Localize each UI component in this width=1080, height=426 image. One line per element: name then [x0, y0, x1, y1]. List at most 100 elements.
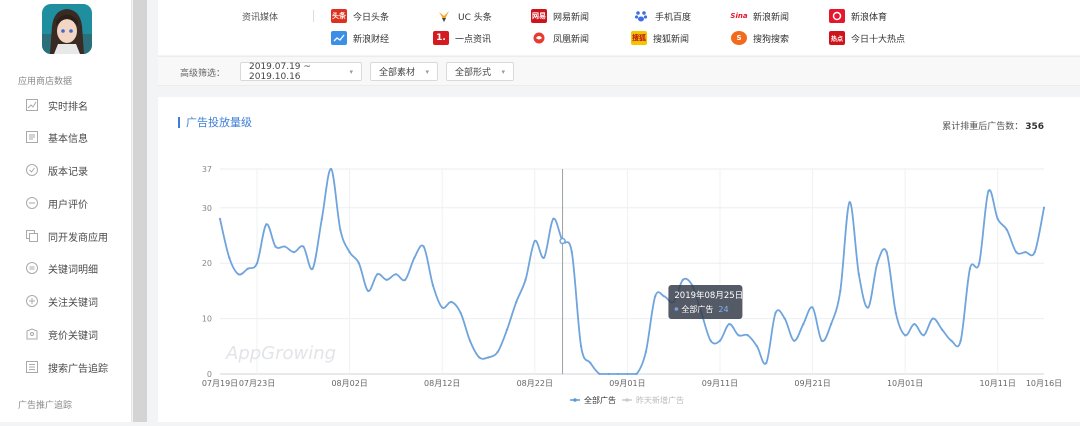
data-point: [1024, 251, 1027, 254]
sidebar-item-realtime-rank[interactable]: 实时排名: [26, 94, 88, 116]
sidebar-item-label: 同开发商应用: [48, 232, 108, 244]
data-point: [681, 278, 685, 281]
sidebar-scrollbar[interactable]: [133, 0, 147, 422]
sidebar-item-followed-keywords[interactable]: 关注关键词: [26, 290, 98, 312]
sidebar-item-bidding-keywords[interactable]: 竞价关键词: [26, 323, 98, 345]
data-point: [987, 190, 990, 193]
material-select[interactable]: 全部素材 ▾: [370, 62, 438, 81]
sidebar-item-label: 基本信息: [48, 133, 88, 145]
data-point: [348, 251, 351, 254]
section-title-store-data: 应用商店数据: [18, 77, 73, 87]
media-item-label: 一点资讯: [455, 34, 492, 45]
media-item-label: 搜狐新闻: [653, 34, 690, 45]
media-item-sohu[interactable]: 搜狐 搜狐新闻: [631, 30, 689, 46]
sogou-logo-icon: S: [731, 31, 747, 45]
data-point: [737, 334, 740, 337]
app-avatar[interactable]: [42, 4, 92, 54]
media-item-label: 今日头条: [353, 12, 390, 23]
data-point: [431, 284, 435, 287]
y-tick-label: 0: [207, 370, 212, 379]
date-range-select[interactable]: 2019.07.19 ~ 2019.10.16 ▾: [240, 62, 362, 82]
data-point: [394, 273, 398, 276]
y-tick-label: 20: [202, 259, 212, 268]
data-point: [413, 256, 416, 259]
data-point: [1033, 251, 1036, 254]
phoenix-icon: [531, 31, 547, 45]
sidebar-item-label: 搜索广告追踪: [48, 363, 108, 375]
data-point: [265, 223, 268, 226]
sina-sports-logo-icon: [829, 9, 845, 23]
format-value: 全部形式: [455, 68, 492, 78]
sidebar-item-user-reviews[interactable]: 用户评价: [26, 192, 88, 214]
list-icon: [26, 262, 38, 274]
data-point: [663, 295, 666, 298]
data-point: [496, 350, 499, 353]
data-point: [570, 251, 573, 254]
tag-icon: [26, 328, 38, 340]
data-point: [783, 317, 786, 320]
data-point: [598, 372, 601, 376]
y-tick-label: 37: [202, 165, 212, 174]
data-point: [357, 262, 360, 265]
info-icon: [26, 131, 38, 143]
copy-icon: [26, 230, 38, 242]
media-item-label: 手机百度: [655, 12, 692, 23]
tooltip-series-dot: [674, 307, 679, 311]
document-icon: [26, 361, 38, 373]
data-point: [617, 372, 620, 376]
sidebar-item-keyword-details[interactable]: 关键词明细: [26, 257, 98, 279]
media-item-sogou[interactable]: S 搜狗搜索: [731, 30, 789, 46]
data-point: [802, 323, 805, 326]
media-item-sina-sports[interactable]: 新浪体育: [829, 8, 887, 24]
media-item-label: 搜狗搜索: [753, 34, 790, 45]
toutiao-logo-icon: 头条: [331, 9, 347, 23]
x-tick-label: 09月21日: [794, 379, 830, 388]
sidebar-item-label: 用户评价: [48, 199, 88, 211]
media-item-label: 新浪体育: [851, 12, 888, 23]
media-item-toutiao[interactable]: 头条 今日头条: [331, 8, 389, 24]
x-tick-label: 09月01日: [609, 379, 645, 388]
media-item-sina-news[interactable]: Sina 新浪新闻: [730, 8, 789, 24]
panel-title: 广告投放量级: [178, 117, 252, 128]
legend-marker: [573, 398, 577, 402]
sidebar-item-search-ad-tracking[interactable]: 搜索广告追踪: [26, 356, 108, 378]
legend-marker: [625, 398, 629, 402]
data-point: [644, 350, 647, 353]
data-point: [292, 251, 296, 254]
tooltip-date: 2019年08月25日: [674, 290, 743, 301]
media-item-sina-finance[interactable]: 新浪财经: [331, 30, 389, 46]
data-point: [441, 306, 444, 309]
squirrel-icon: [436, 9, 452, 23]
data-point: [755, 345, 759, 348]
legend-label: 昨天新增广告: [636, 395, 684, 405]
sidebar-item-version-history[interactable]: 版本记录: [26, 159, 88, 181]
ad-volume-chart[interactable]: 0 10 20 30 37 07月19日 07月23日 08月02日 08月12日 08月22日 0…: [158, 97, 1080, 422]
media-item-netease[interactable]: 网易 网易新闻: [531, 8, 589, 24]
media-bar: 资讯媒体 头条 今日头条 UC 头条 网易 网易新闻 手机百度 Sina 新浪新…: [158, 0, 1080, 55]
data-point: [941, 328, 944, 331]
data-point: [459, 311, 462, 315]
x-tick-label: 09月11日: [702, 379, 738, 388]
data-point: [515, 300, 518, 304]
total-ads-label: 累计排重后广告数：: [942, 122, 1024, 132]
data-point: [829, 323, 833, 326]
format-select[interactable]: 全部形式 ▾: [446, 62, 514, 81]
filter-label: 高级筛选：: [180, 69, 226, 79]
media-item-yidian[interactable]: 1. 一点资讯: [433, 30, 491, 46]
media-item-uc[interactable]: UC 头条: [436, 8, 492, 24]
data-point: [866, 306, 870, 309]
total-ads-stat: 累计排重后广告数： 356: [942, 119, 1044, 132]
media-item-label: 今日十大热点: [851, 34, 906, 45]
data-point: [255, 262, 259, 265]
data-point: [237, 273, 240, 276]
media-item-ifeng[interactable]: 凤凰新闻: [531, 30, 589, 46]
data-point: [857, 273, 860, 276]
media-item-top-hot[interactable]: 热点 今日十大热点: [829, 30, 905, 46]
sohu-logo-icon: 搜狐: [631, 31, 647, 45]
sidebar-item-basic-info[interactable]: 基本信息: [26, 126, 88, 148]
sidebar-item-same-developer[interactable]: 同开发商应用: [26, 225, 108, 247]
media-item-baidu[interactable]: 手机百度: [633, 8, 691, 24]
data-point: [709, 339, 712, 342]
data-point: [376, 273, 379, 276]
data-point: [579, 345, 583, 348]
